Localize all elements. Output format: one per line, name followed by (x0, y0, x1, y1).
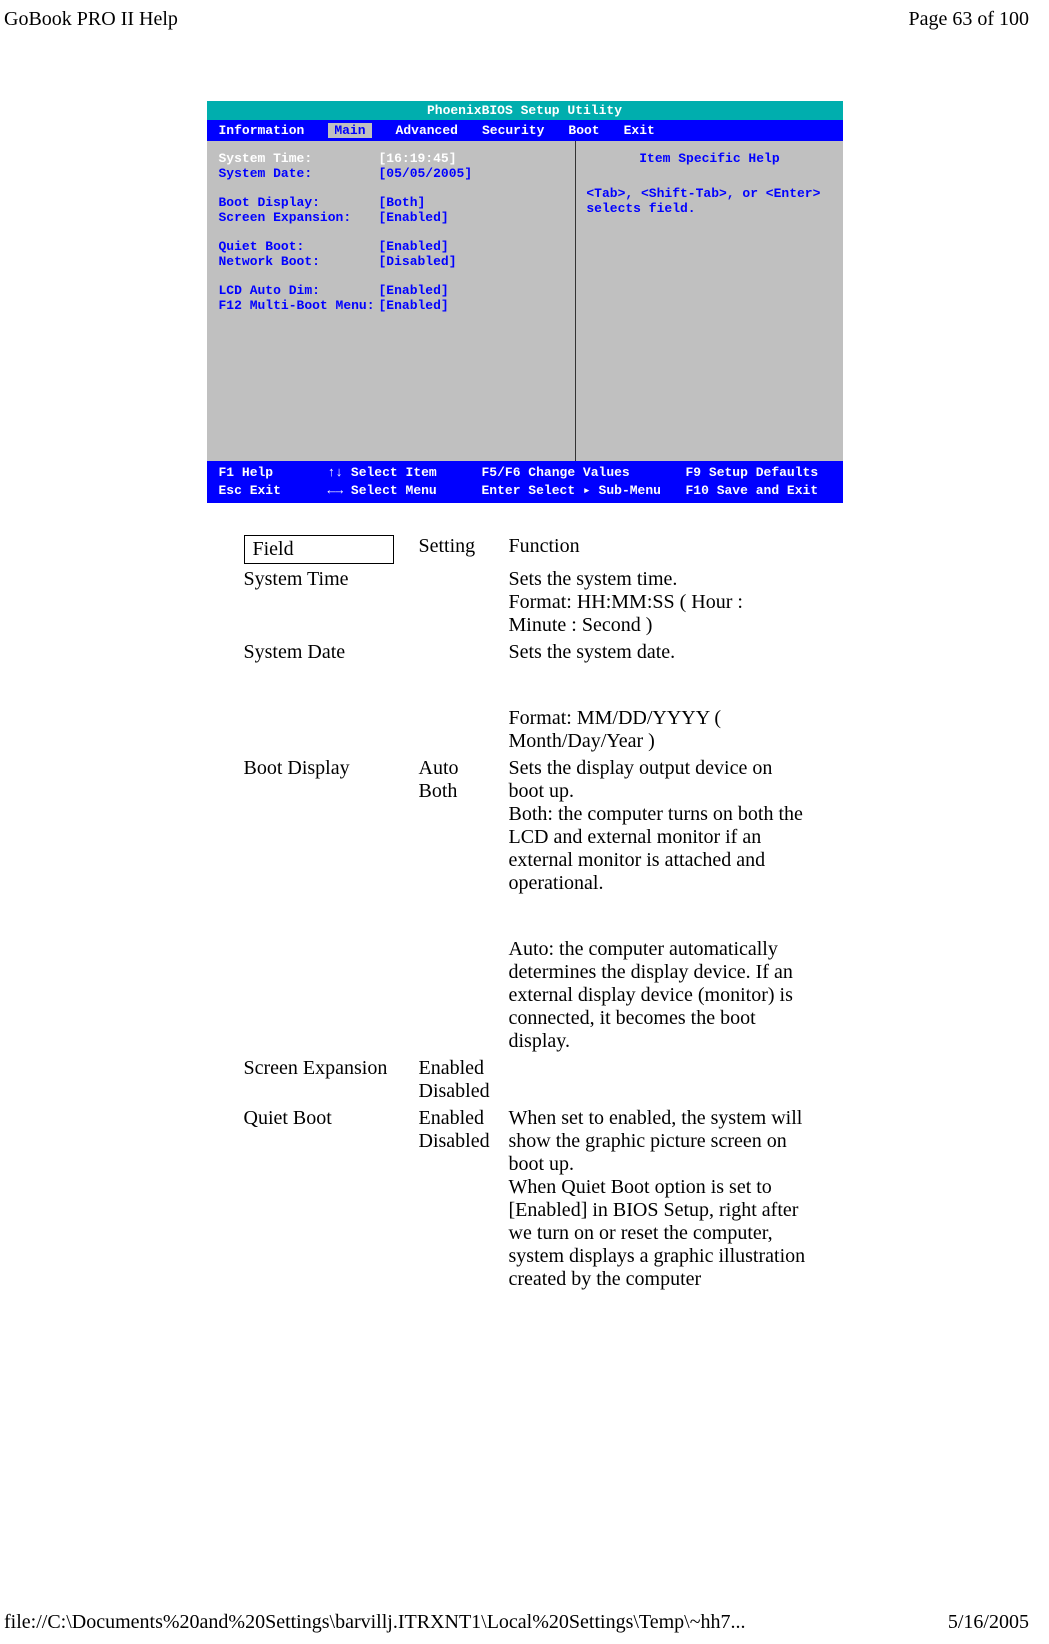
row-lcd-auto-dim-value[interactable]: [Enabled] (379, 283, 449, 298)
setting-cell: AutoBoth (415, 755, 505, 1055)
row-screen-expansion-value[interactable]: [Enabled] (379, 210, 449, 225)
table-row: System Date Sets the system date.Format:… (240, 639, 810, 755)
row-boot-display-value[interactable]: [Both] (379, 195, 426, 210)
row-network-boot-label: Network Boot: (219, 254, 379, 269)
row-lcd-auto-dim-label: LCD Auto Dim: (219, 283, 379, 298)
row-system-time-label: System Time: (219, 151, 379, 166)
row-system-date-value[interactable]: [05/05/2005] (379, 166, 473, 181)
table-row: Quiet Boot EnabledDisabled When set to e… (240, 1105, 810, 1293)
esc-exit: Esc Exit (219, 482, 314, 500)
bios-footer: F1 Help ↑↓ Select Item F5/F6 Change Valu… (207, 461, 843, 503)
bios-settings-panel: System Time:[16:19:45] System Date:[05/0… (207, 141, 576, 461)
table-row: System Time Sets the system time.Format:… (240, 566, 810, 639)
row-system-date-label: System Date: (219, 166, 379, 181)
setting-cell (415, 566, 505, 639)
function-cell: Sets the system date.Format: MM/DD/YYYY … (505, 639, 810, 755)
menu-exit[interactable]: Exit (624, 123, 655, 138)
row-network-boot-value[interactable]: [Disabled] (379, 254, 457, 269)
field-cell: Screen Expansion (240, 1055, 415, 1105)
field-cell: Boot Display (240, 755, 415, 1055)
field-cell: System Date (240, 639, 415, 755)
setting-cell: EnabledDisabled (415, 1055, 505, 1105)
page-footer: file://C:\Documents%20and%20Settings\bar… (4, 1611, 1029, 1634)
menu-security[interactable]: Security (482, 123, 544, 138)
change-values: F5/F6 Change Values (482, 464, 672, 482)
row-f12-multiboot-label: F12 Multi-Boot Menu: (219, 298, 379, 313)
bios-title: PhoenixBIOS Setup Utility (207, 101, 843, 120)
save-exit: F10 Save and Exit (686, 482, 819, 500)
select-submenu: Enter Select ▸ Sub-Menu (482, 482, 672, 500)
doc-title: GoBook PRO II Help (4, 8, 178, 31)
function-cell: Sets the display output device on boot u… (505, 755, 810, 1055)
setting-cell: EnabledDisabled (415, 1105, 505, 1293)
menu-main[interactable]: Main (328, 123, 371, 138)
header-field: Field (244, 535, 394, 564)
menu-information[interactable]: Information (219, 123, 305, 138)
row-f12-multiboot-value[interactable]: [Enabled] (379, 298, 449, 313)
menu-advanced[interactable]: Advanced (396, 123, 458, 138)
select-item: ↑↓ Select Item (328, 464, 468, 482)
table-header-row: Field Setting Function (240, 533, 810, 566)
header-function: Function (505, 533, 810, 566)
bios-screenshot: PhoenixBIOS Setup Utility Information Ma… (207, 101, 843, 503)
field-cell: Quiet Boot (240, 1105, 415, 1293)
table-row: Screen Expansion EnabledDisabled (240, 1055, 810, 1105)
help-title: Item Specific Help (586, 151, 832, 166)
function-cell (505, 1055, 810, 1105)
row-system-time-value[interactable]: [16:19:45] (379, 151, 457, 166)
row-boot-display-label: Boot Display: (219, 195, 379, 210)
file-path: file://C:\Documents%20and%20Settings\bar… (4, 1611, 746, 1634)
header-setting: Setting (415, 533, 505, 566)
page-number: Page 63 of 100 (908, 8, 1029, 31)
setting-cell (415, 639, 505, 755)
help-body: <Tab>, <Shift-Tab>, or <Enter> selects f… (586, 186, 832, 216)
menu-boot[interactable]: Boot (568, 123, 599, 138)
table-row: Boot Display AutoBoth Sets the display o… (240, 755, 810, 1055)
page-header: GoBook PRO II Help Page 63 of 100 (0, 0, 1049, 31)
field-cell: System Time (240, 566, 415, 639)
settings-table: Field Setting Function System Time Sets … (240, 533, 810, 1293)
bios-help-panel: Item Specific Help <Tab>, <Shift-Tab>, o… (575, 141, 842, 461)
function-cell: Sets the system time.Format: HH:MM:SS ( … (505, 566, 810, 639)
row-quiet-boot-label: Quiet Boot: (219, 239, 379, 254)
bios-menu: Information Main Advanced Security Boot … (207, 120, 843, 141)
row-screen-expansion-label: Screen Expansion: (219, 210, 379, 225)
function-cell: When set to enabled, the system will sho… (505, 1105, 810, 1293)
bios-body: System Time:[16:19:45] System Date:[05/0… (207, 141, 843, 461)
footer-date: 5/16/2005 (948, 1611, 1029, 1634)
row-quiet-boot-value[interactable]: [Enabled] (379, 239, 449, 254)
setup-defaults: F9 Setup Defaults (686, 464, 819, 482)
select-menu: ←→ Select Menu (328, 482, 468, 500)
f1-help: F1 Help (219, 464, 314, 482)
